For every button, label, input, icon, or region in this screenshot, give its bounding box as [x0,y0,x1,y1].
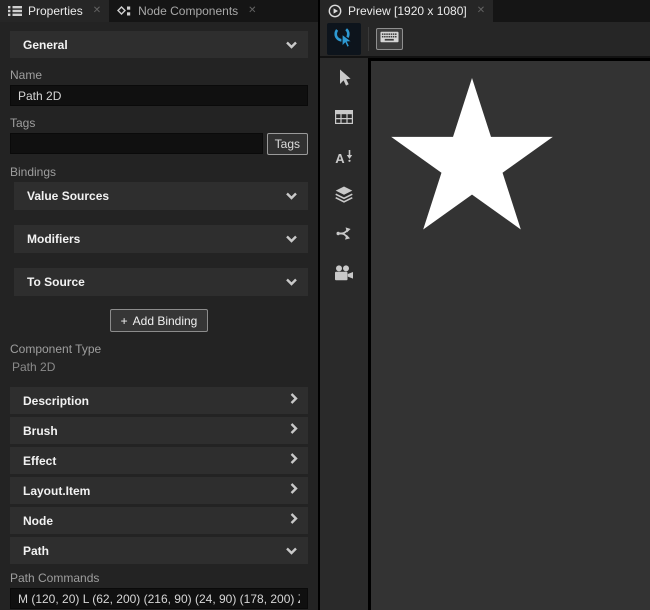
section-layout-item-title: Layout.Item [23,484,290,498]
section-effect-title: Effect [23,454,290,468]
left-tab-bar: Properties ✕ Node Components ✕ [0,0,318,22]
preview-canvas[interactable] [368,58,650,610]
interact-cursor-button[interactable] [327,23,361,55]
layers-icon [335,186,353,208]
preview-toolbar [320,22,650,58]
add-binding-label: Add Binding [133,314,198,328]
section-description[interactable]: Description [10,387,308,414]
chevron-down-icon [285,36,298,54]
name-label: Name [10,68,308,82]
section-general-title: General [23,38,285,52]
preview-tab-bar: Preview [1920 x 1080] ✕ [320,0,650,22]
grid-tool-button[interactable] [329,107,359,131]
component-type-label: Component Type [10,342,308,356]
node-components-icon [117,4,132,18]
path-commands-label: Path Commands [10,571,308,585]
tab-node-components-label: Node Components [138,4,238,18]
camera-icon [334,265,354,286]
star-polygon [391,78,553,230]
section-path[interactable]: Path [10,537,308,564]
virtual-keyboard-button[interactable] [376,28,403,50]
name-input[interactable] [10,85,308,106]
section-brush[interactable]: Brush [10,417,308,444]
star-shape [371,61,573,238]
path-commands-input[interactable] [10,588,308,609]
section-to-source[interactable]: To Source [14,268,308,296]
add-binding-button[interactable]: + Add Binding [110,309,209,332]
tags-button[interactable]: Tags [267,133,308,155]
preview-side-toolbar: A [320,58,368,610]
tab-properties[interactable]: Properties ✕ [0,0,109,22]
section-node[interactable]: Node [10,507,308,534]
section-modifiers-title: Modifiers [27,232,285,246]
text-tool-button[interactable]: A [329,146,359,170]
tab-properties-label: Properties [28,4,83,18]
connections-icon [336,226,352,246]
layers-tool-button[interactable] [329,185,359,209]
interact-cursor-icon [332,25,356,54]
tags-label: Tags [10,116,308,130]
connections-tool-button[interactable] [329,224,359,248]
section-node-title: Node [23,514,290,528]
chevron-right-icon [290,512,298,530]
section-effect[interactable]: Effect [10,447,308,474]
chevron-down-icon [285,273,298,291]
text-tool-icon: A [335,152,344,165]
tab-preview[interactable]: Preview [1920 x 1080] ✕ [320,0,493,22]
plus-icon: + [121,314,128,328]
tab-preview-close-icon[interactable]: ✕ [477,6,485,16]
section-brush-title: Brush [23,424,290,438]
section-path-title: Path [23,544,285,558]
toolbar-divider [368,27,369,51]
section-value-sources[interactable]: Value Sources [14,182,308,210]
grid-icon [335,110,353,129]
chevron-right-icon [290,422,298,440]
section-layout-item[interactable]: Layout.Item [10,477,308,504]
properties-list-icon [8,5,22,17]
tab-properties-close-icon[interactable]: ✕ [93,6,101,16]
chevron-down-icon [285,542,298,560]
pointer-icon [335,68,353,92]
chevron-down-icon [285,230,298,248]
tab-preview-label: Preview [1920 x 1080] [348,4,467,18]
tab-node-components[interactable]: Node Components ✕ [109,0,264,22]
component-type-value: Path 2D [12,360,308,374]
play-circle-icon [328,4,342,18]
preview-main: A [320,58,650,610]
chevron-right-icon [290,392,298,410]
chevron-down-icon [285,187,298,205]
tags-input[interactable] [10,133,263,154]
chevron-right-icon [290,482,298,500]
chevron-right-icon [290,452,298,470]
properties-panel: Properties ✕ Node Components ✕ General [0,0,318,610]
tags-row: Tags [10,133,308,155]
camera-tool-button[interactable] [329,263,359,287]
preview-panel: Preview [1920 x 1080] ✕ [318,0,650,610]
bindings-label: Bindings [10,165,308,179]
section-modifiers[interactable]: Modifiers [14,225,308,253]
section-general[interactable]: General [10,31,308,58]
section-to-source-title: To Source [27,275,285,289]
text-cursor-arrow-icon [346,149,353,167]
app-window: Properties ✕ Node Components ✕ General [0,0,650,610]
pointer-tool-button[interactable] [329,68,359,92]
properties-body: General Name Tags Tags Bindings Value So… [0,22,318,610]
section-description-title: Description [23,394,290,408]
tab-node-components-close-icon[interactable]: ✕ [248,6,256,16]
keyboard-icon [380,30,399,48]
section-value-sources-title: Value Sources [27,189,285,203]
